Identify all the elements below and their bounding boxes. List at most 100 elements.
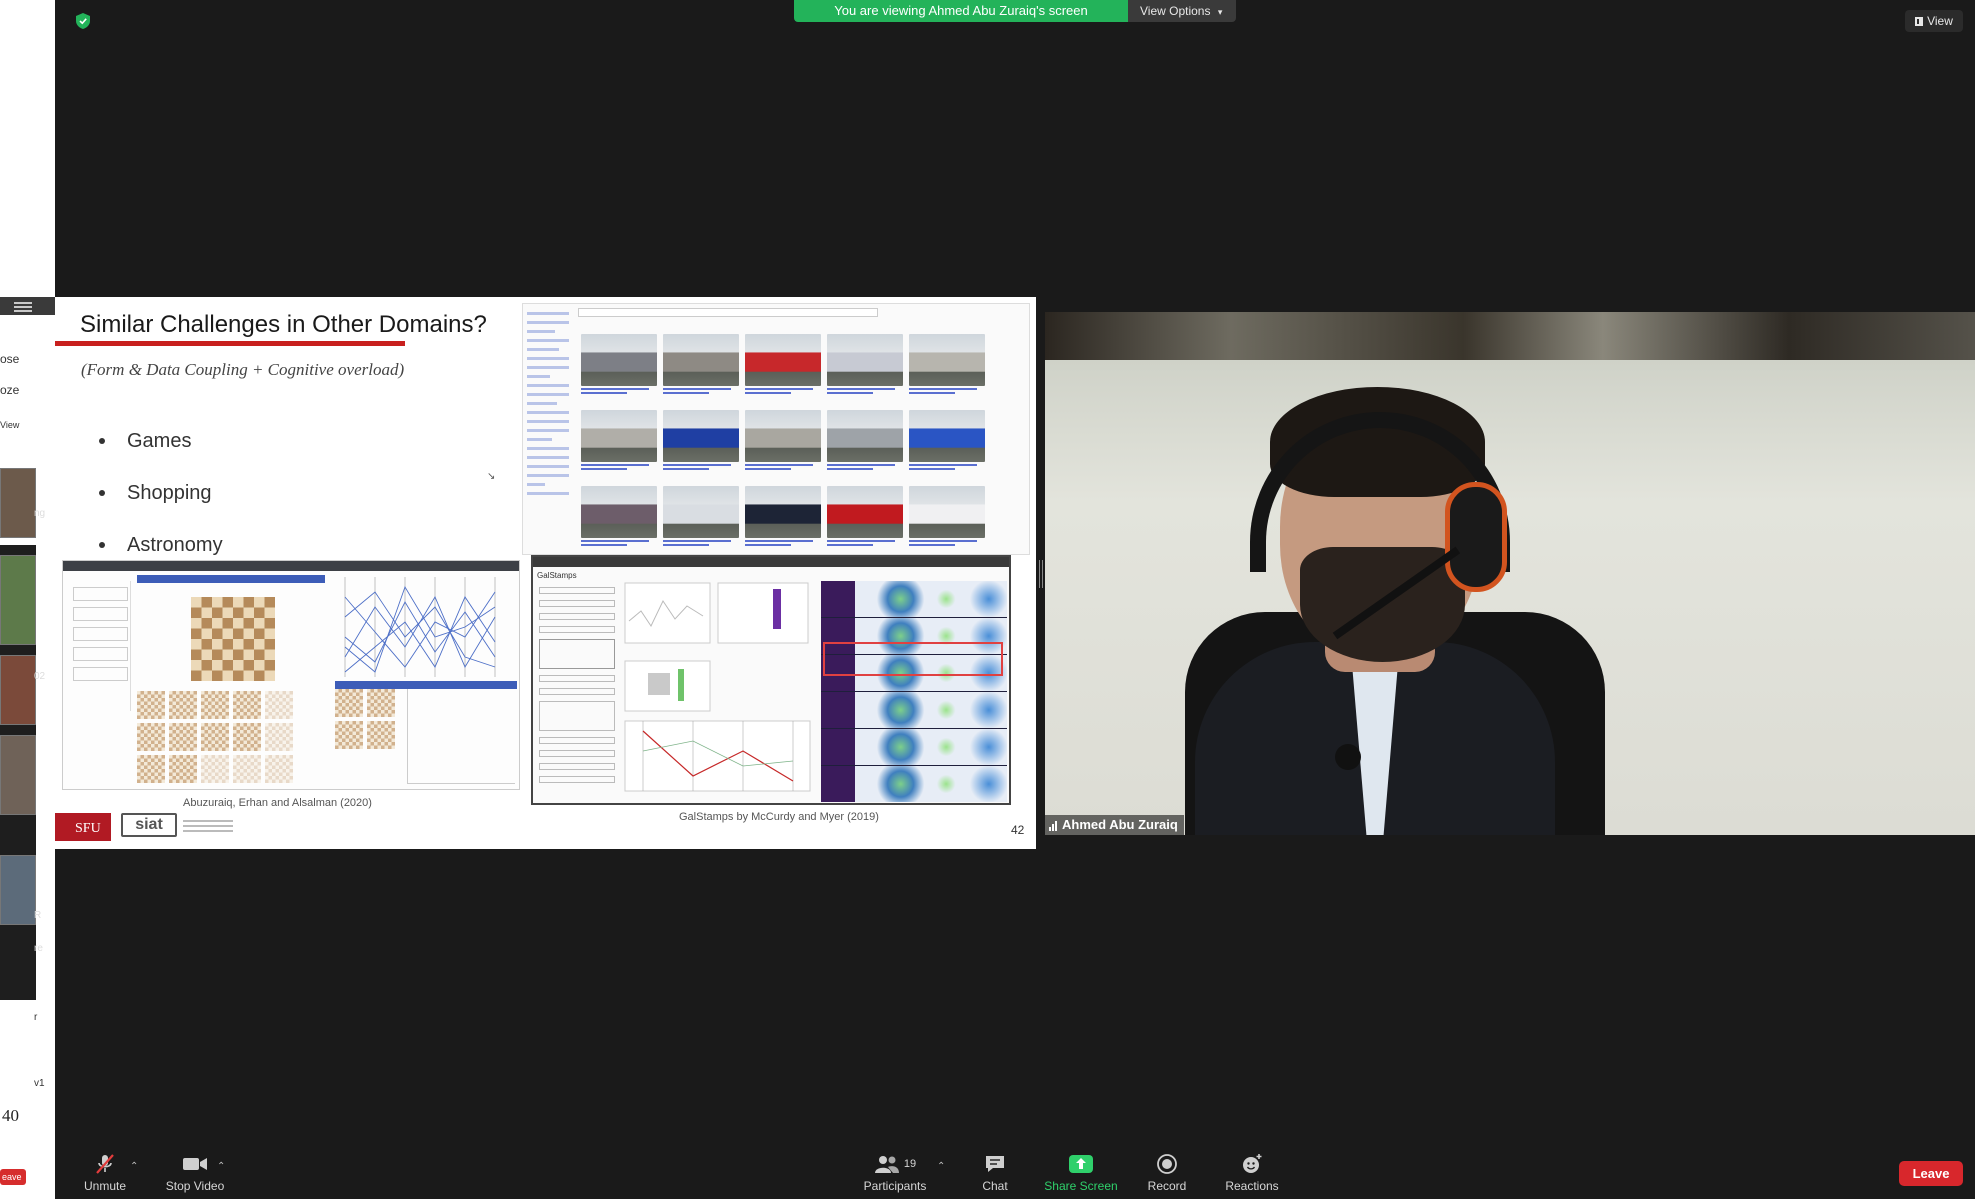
stop-video-label: Stop Video [165,1179,225,1193]
viewing-screen-label: You are viewing Ahmed Abu Zuraiq's scree… [794,0,1128,22]
screen-share-banner: You are viewing Ahmed Abu Zuraiq's scree… [794,0,1236,22]
record-label: Record [1147,1179,1187,1193]
siat-logo-subtext [183,820,233,835]
car-listing-item [581,486,657,554]
headset-earcup [1445,482,1507,592]
galstamps-screenshot: GalStamps [531,555,1011,805]
side-text-snippet: R [34,910,42,921]
participant-name-tag: Ahmed Abu Zuraiq [1045,815,1184,835]
record-button[interactable]: Record [1137,1146,1197,1199]
video-camera-icon [182,1153,208,1175]
chess-tool-toolbar [335,681,517,689]
car-listing-screenshot [522,303,1030,555]
car-listing-item [745,410,821,478]
car-listing-caption [827,540,903,554]
side-thumbnail[interactable] [0,655,36,725]
side-text-snippet: v1 [34,1078,45,1089]
car-photo [663,410,739,462]
slide-bullet: Shopping [99,467,223,519]
chess-scatter-plot [407,689,515,784]
car-filter-sidebar [525,306,571,550]
participant-video-tile[interactable] [1045,312,1975,835]
side-leave-button[interactable]: eave [0,1169,26,1185]
car-photo [827,486,903,538]
chess-thumbnail-grid [137,691,293,783]
view-options-dropdown[interactable]: View Options ▾ [1128,0,1236,22]
car-photo [581,486,657,538]
slide-caption-left: Abuzuraiq, Erhan and Alsalman (2020) [183,797,372,809]
bullet-dot-icon [99,542,105,548]
car-photo [745,410,821,462]
headset-mic [1335,744,1361,770]
car-listing-caption [827,388,903,402]
chat-bubble-icon [984,1153,1006,1175]
share-screen-button[interactable]: Share Screen [1035,1146,1127,1199]
chess-tool-toolbar [137,575,325,583]
side-thumbnail[interactable] [0,735,36,815]
car-listing-item [745,334,821,402]
car-photo [827,334,903,386]
bullet-text: Games [127,429,192,452]
chess-board [191,597,275,681]
side-thumbnail[interactable] [0,468,36,538]
bullet-dot-icon [99,438,105,444]
participants-label: Participants [863,1179,927,1193]
bullet-text: Astronomy [127,533,223,556]
car-listing-item [909,486,985,554]
leave-meeting-button[interactable]: Leave [1899,1161,1963,1186]
side-text-snippet: re [34,943,43,954]
side-thumbnail[interactable] [0,855,36,925]
reactions-button[interactable]: Reactions [1212,1146,1292,1199]
video-background-shelf [1045,312,1975,360]
slide-title: Similar Challenges in Other Domains? [80,311,487,338]
car-listing-caption [745,388,821,402]
audio-options-caret-icon[interactable]: ⌃ [130,1161,138,1172]
car-listing-caption [745,464,821,478]
car-listing-item [663,486,739,554]
car-listing-caption [663,464,739,478]
car-listing-grid [581,334,991,554]
galstamps-titlebar [533,557,1009,567]
participants-icon: 19 [874,1153,916,1175]
slide-title-underline [55,341,405,346]
galstamps-title: GalStamps [537,571,577,580]
video-options-caret-icon[interactable]: ⌃ [217,1161,225,1172]
car-listing-item [663,334,739,402]
view-layout-icon [1915,17,1924,26]
slide-bullet-list: Games Shopping Astronomy [99,415,223,571]
car-photo [663,334,739,386]
car-listing-item [745,486,821,554]
side-window-titlebar [0,297,55,315]
participants-button[interactable]: 19 Participants [855,1146,935,1199]
share-screen-label: Share Screen [1044,1179,1118,1193]
chat-button[interactable]: Chat [965,1146,1025,1199]
chess-selected-thumbnails [335,689,395,749]
mouse-cursor-icon: ↘ [487,471,496,482]
slide-subtitle: (Form & Data Coupling + Cognitive overlo… [81,360,405,379]
view-layout-button[interactable]: View [1905,10,1963,32]
chess-design-tool-screenshot [62,560,520,790]
hamburger-menu-icon[interactable] [14,302,32,304]
galstamps-image-stamps [821,581,1007,802]
muted-microphone-icon [94,1153,116,1175]
selected-stamp-highlight [823,642,1003,676]
stop-video-button[interactable]: Stop Video [155,1146,235,1199]
car-listing-caption [909,388,985,402]
unmute-button[interactable]: Unmute [75,1146,135,1199]
panel-resize-handle[interactable] [1039,560,1043,588]
side-text-snippet: 02 [34,671,46,682]
side-thumbnail[interactable] [0,555,36,645]
car-photo [663,486,739,538]
car-listing-caption [745,540,821,554]
car-listing-caption [909,540,985,554]
chat-label: Chat [982,1179,1008,1193]
car-photo [581,334,657,386]
slide-bullet: Games [99,415,223,467]
parallel-coordinates-plot [344,577,496,677]
participants-options-caret-icon[interactable]: ⌃ [937,1161,945,1172]
car-photo [909,334,985,386]
car-listing-item [827,410,903,478]
car-photo [909,486,985,538]
encryption-shield-icon[interactable] [76,13,90,29]
signal-strength-icon [1049,819,1058,831]
